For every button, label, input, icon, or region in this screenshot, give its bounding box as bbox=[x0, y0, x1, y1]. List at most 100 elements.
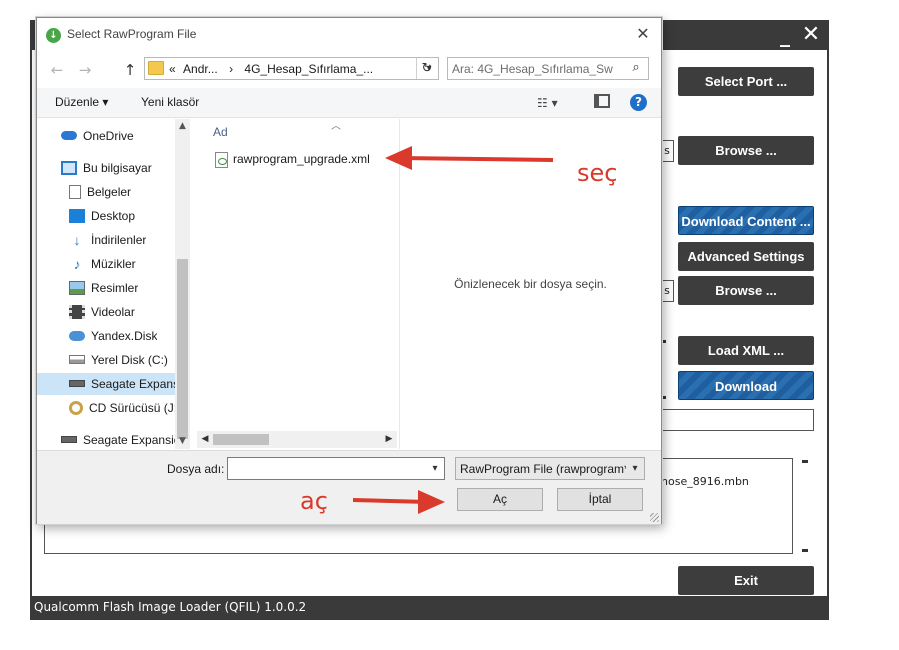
refresh-icon[interactable]: ↻ bbox=[416, 58, 437, 79]
breadcrumb-segment[interactable]: Andr... bbox=[183, 62, 218, 76]
folder-icon bbox=[148, 61, 164, 75]
scroll-right-icon[interactable]: ▶ bbox=[381, 431, 397, 448]
nav-item-label: Desktop bbox=[91, 209, 136, 223]
breadcrumb-overflow[interactable]: « bbox=[169, 62, 176, 76]
chevron-down-icon[interactable]: ▾ bbox=[428, 461, 442, 477]
filename-label: Dosya adı: bbox=[167, 462, 225, 476]
preview-placeholder: Önizlenecek bir dosya seçin. bbox=[454, 277, 607, 291]
help-icon[interactable]: ? bbox=[630, 94, 647, 111]
select-port-button[interactable]: Select Port ... bbox=[678, 67, 814, 96]
preview-pane: Önizlenecek bir dosya seçin. bbox=[399, 119, 661, 449]
view-options-icon[interactable]: ☷ ▾ bbox=[537, 94, 577, 112]
field-edge-s: s bbox=[660, 280, 674, 302]
breadcrumb-separator[interactable]: › bbox=[229, 62, 233, 76]
scrollbar-thumb[interactable] bbox=[177, 259, 188, 439]
nav-item-pictures[interactable]: Resimler bbox=[69, 277, 138, 299]
dialog-title: Select RawProgram File bbox=[67, 27, 197, 41]
scrollbar-thumb[interactable] bbox=[213, 434, 269, 445]
new-folder-button[interactable]: Yeni klasör bbox=[141, 95, 199, 109]
search-box[interactable]: ⌕ bbox=[447, 57, 649, 80]
nav-item-label: Seagate Expansi bbox=[91, 377, 182, 391]
picture-icon bbox=[69, 280, 85, 295]
nav-item-seagate[interactable]: Seagate Expansi bbox=[37, 373, 190, 395]
open-button[interactable]: Aç bbox=[457, 488, 543, 511]
xml-file-icon bbox=[215, 152, 228, 168]
status-bar: Qualcomm Flash Image Loader (QFIL) 1.0.0… bbox=[32, 596, 827, 618]
address-bar[interactable]: « Andr... › 4G_Hesap_Sıfırlama_... ▾ bbox=[144, 57, 439, 80]
nav-item-music[interactable]: ♪ Müzikler bbox=[69, 253, 136, 275]
document-icon bbox=[69, 184, 81, 199]
nav-item-label: Videolar bbox=[91, 305, 135, 319]
download-content-button[interactable]: Download Content ... bbox=[678, 206, 814, 235]
field-edge-s: s bbox=[660, 140, 674, 162]
nav-item-onedrive[interactable]: OneDrive bbox=[61, 125, 134, 147]
nav-item-videos[interactable]: Videolar bbox=[69, 301, 135, 323]
breadcrumb-segment[interactable]: 4G_Hesap_Sıfırlama_... bbox=[244, 62, 373, 76]
nav-item-label: Müzikler bbox=[91, 257, 136, 271]
filename-input[interactable]: ▾ bbox=[227, 457, 445, 480]
nav-item-label: Resimler bbox=[91, 281, 139, 295]
horizontal-scrollbar[interactable]: ◀ ▶ bbox=[197, 431, 397, 448]
load-xml-button[interactable]: Load XML ... bbox=[678, 336, 814, 365]
xml-path-field[interactable] bbox=[662, 409, 814, 431]
download-app-icon: ↓ bbox=[46, 28, 61, 43]
download-button[interactable]: Download bbox=[678, 371, 814, 400]
resize-grip-icon[interactable] bbox=[650, 513, 659, 522]
breadcrumb: « Andr... › 4G_Hesap_Sıfırlama_... bbox=[169, 62, 415, 76]
forward-arrow-icon[interactable]: → bbox=[75, 60, 95, 80]
exit-button[interactable]: Exit bbox=[678, 566, 814, 595]
nav-item-documents[interactable]: Belgeler bbox=[69, 181, 131, 203]
music-note-icon: ♪ bbox=[73, 255, 81, 272]
close-button[interactable]: ✕ bbox=[799, 23, 823, 47]
file-type-select[interactable]: RawProgram File (rawprogram* ▾ bbox=[455, 457, 645, 480]
minimize-button[interactable]: _ bbox=[775, 24, 795, 46]
nav-item-label: CD Sürücüsü (J:) bbox=[89, 401, 182, 415]
nav-item-yandex-disk[interactable]: Yandex.Disk bbox=[69, 325, 157, 347]
cloud-icon bbox=[61, 131, 77, 141]
navigation-pane: OneDrive Bu bilgisayar Belgeler Desktop … bbox=[37, 119, 190, 449]
drive-icon bbox=[69, 380, 85, 388]
nav-item-seagate-expansion[interactable]: Seagate Expansion bbox=[61, 429, 187, 449]
dialog-toolbar: Düzenle ▾ Yeni klasör ☷ ▾ ? bbox=[37, 88, 661, 118]
drive-icon bbox=[69, 355, 85, 365]
up-arrow-icon[interactable]: ↑ bbox=[120, 60, 140, 80]
preview-pane-icon[interactable] bbox=[594, 94, 610, 108]
advanced-settings-button[interactable]: Advanced Settings bbox=[678, 242, 814, 271]
disc-icon bbox=[69, 400, 83, 415]
dialog-footer: Dosya adı: ▾ RawProgram File (rawprogram… bbox=[37, 450, 661, 524]
nav-item-downloads[interactable]: ↓ İndirilenler bbox=[69, 229, 147, 251]
search-icon[interactable]: ⌕ bbox=[628, 60, 644, 76]
download-arrow-icon: ↓ bbox=[73, 231, 81, 248]
nav-item-label: Belgeler bbox=[87, 185, 132, 199]
computer-icon bbox=[61, 160, 77, 175]
sort-ascending-icon: ︿ bbox=[331, 121, 341, 132]
browse-button-2[interactable]: Browse ... bbox=[678, 276, 814, 305]
file-row[interactable]: rawprogram_upgrade.xml bbox=[211, 150, 391, 170]
chevron-down-icon[interactable]: ▾ bbox=[628, 461, 642, 477]
cancel-button[interactable]: İptal bbox=[557, 488, 643, 511]
nav-item-this-pc[interactable]: Bu bilgisayar bbox=[61, 157, 152, 179]
nav-item-cd-drive[interactable]: CD Sürücüsü (J:) bbox=[69, 397, 181, 419]
log-line: rehose_8916.mbn bbox=[650, 475, 749, 488]
organize-menu[interactable]: Düzenle ▾ bbox=[55, 95, 108, 109]
search-input[interactable] bbox=[452, 60, 622, 77]
nav-scrollbar[interactable]: ▲ ▼ bbox=[175, 119, 190, 449]
desktop-icon bbox=[69, 208, 85, 223]
column-header-name[interactable]: Ad bbox=[213, 125, 228, 139]
film-icon bbox=[69, 304, 85, 319]
annotation-open-label: aç bbox=[300, 487, 328, 515]
back-arrow-icon[interactable]: ← bbox=[47, 60, 67, 80]
scroll-down-icon[interactable]: ▼ bbox=[175, 434, 190, 449]
nav-item-label: Bu bilgisayar bbox=[83, 161, 152, 175]
scroll-left-icon[interactable]: ◀ bbox=[197, 431, 213, 448]
browse-button[interactable]: Browse ... bbox=[678, 136, 814, 165]
nav-item-desktop[interactable]: Desktop bbox=[69, 205, 135, 227]
file-name: rawprogram_upgrade.xml bbox=[233, 152, 370, 166]
nav-item-local-disk[interactable]: Yerel Disk (C:) bbox=[69, 349, 168, 371]
dialog-titlebar: ↓ Select RawProgram File ✕ bbox=[37, 18, 661, 52]
scroll-marker bbox=[802, 460, 808, 463]
nav-item-label: Seagate Expansion bbox=[83, 433, 188, 447]
scroll-up-icon[interactable]: ▲ bbox=[175, 119, 190, 134]
dialog-close-button[interactable]: ✕ bbox=[633, 24, 653, 44]
nav-item-label: Yerel Disk (C:) bbox=[91, 353, 168, 367]
